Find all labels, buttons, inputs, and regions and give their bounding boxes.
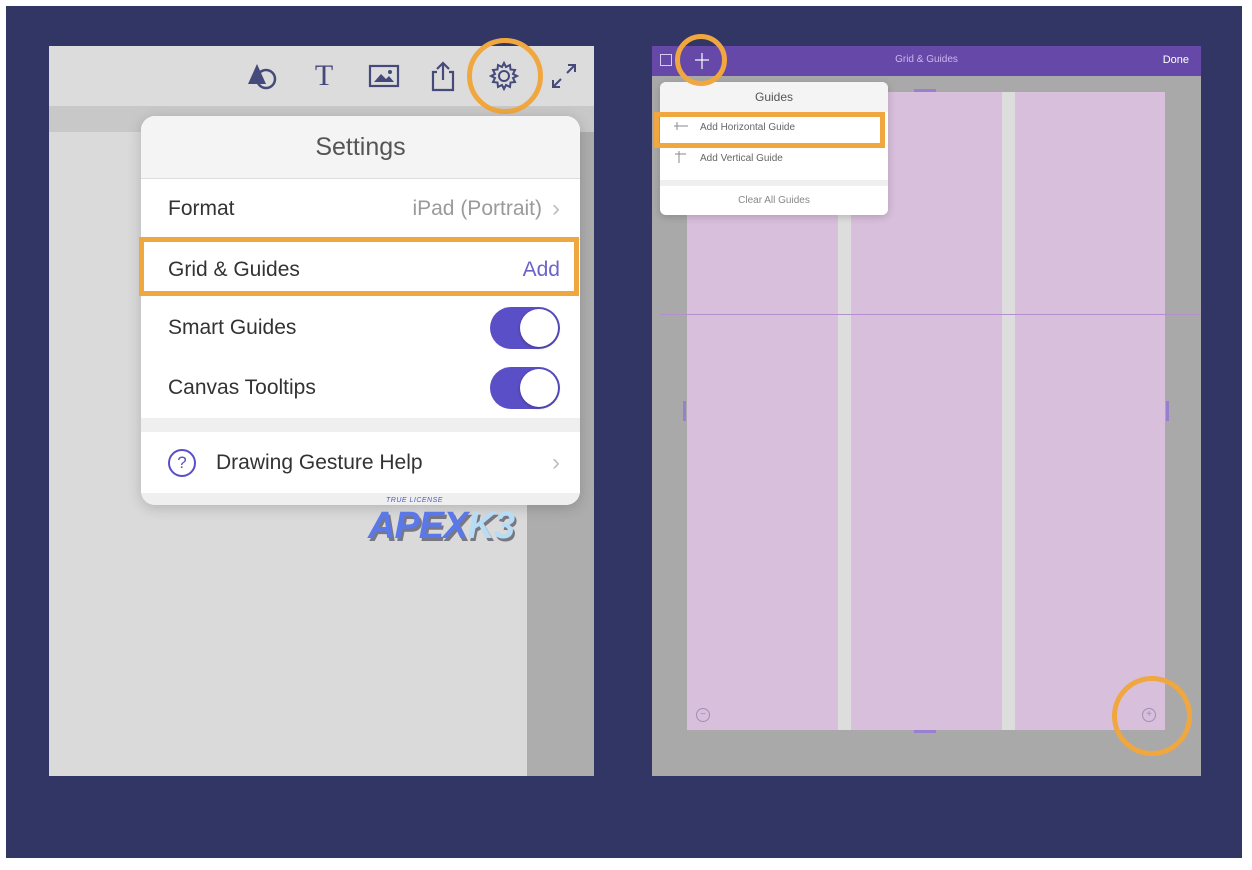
top-edge-handle[interactable] (914, 89, 936, 92)
guides-icon-highlight-circle (675, 34, 727, 86)
column-gutter (1002, 92, 1015, 730)
bottom-edge-handle[interactable] (914, 730, 936, 733)
format-label: Format (168, 197, 235, 220)
chevron-right-icon: › (552, 449, 560, 476)
guides-menu-title: Guides (660, 82, 888, 112)
share-icon[interactable] (426, 60, 460, 92)
fullscreen-expand-icon[interactable] (547, 60, 581, 92)
smart-guides-label: Smart Guides (168, 316, 297, 339)
text-icon[interactable]: T (307, 60, 341, 92)
drawing-gesture-help-label: Drawing Gesture Help (216, 451, 423, 474)
format-value: iPad (Portrait) (412, 197, 542, 220)
zoom-out-button[interactable]: − (696, 708, 710, 722)
settings-popover: Settings Format iPad (Portrait) › Grid &… (141, 116, 580, 505)
zoom-in-highlight-circle (1112, 676, 1192, 756)
toggle-knob (520, 369, 558, 407)
guides-menu: Guides Add Horizontal Guide Add Vertical… (660, 82, 888, 215)
grid-guides-screen: − + Grid & Guides Done Guides Add Horizo… (652, 46, 1201, 776)
grid-guides-highlight-box (139, 237, 579, 296)
left-edge-handle[interactable] (683, 401, 686, 421)
vertical-guide-icon (672, 150, 694, 167)
watermark-k3: K3 (467, 505, 515, 547)
add-vertical-guide-label: Add Vertical Guide (700, 152, 783, 164)
settings-title: Settings (141, 116, 580, 179)
horizontal-guide-line[interactable] (660, 314, 1201, 315)
clear-all-guides-button[interactable]: Clear All Guides (660, 180, 888, 215)
toggle-knob (520, 309, 558, 347)
drawing-gesture-help-row[interactable]: ? Drawing Gesture Help › (141, 433, 580, 493)
help-question-icon: ? (168, 449, 196, 477)
chevron-right-icon: › (552, 195, 560, 222)
image-icon[interactable] (367, 60, 401, 92)
canvas-tooltips-label: Canvas Tooltips (168, 376, 316, 399)
watermark-apex: APEX (368, 505, 468, 547)
watermark-text: APEXK3 (368, 505, 515, 548)
right-edge-handle[interactable] (1166, 401, 1169, 421)
watermark-small-text: TRUE LICENSE (386, 497, 443, 504)
text-tool-glyph: T (314, 59, 334, 92)
grid-guides-title: Grid & Guides (895, 54, 958, 65)
smart-guides-toggle[interactable] (490, 307, 560, 349)
top-bar: Grid & Guides Done (652, 46, 1201, 76)
shapes-icon[interactable] (245, 60, 279, 92)
add-horizontal-guide-highlight-box (654, 112, 885, 148)
done-button[interactable]: Done (1163, 54, 1189, 66)
canvas-tooltips-toggle[interactable] (490, 367, 560, 409)
format-row[interactable]: Format iPad (Portrait) › (141, 179, 580, 239)
canvas-tooltips-row: Canvas Tooltips (141, 358, 580, 418)
section-gap (141, 418, 580, 432)
smart-guides-row: Smart Guides (141, 298, 580, 358)
watermark-logo: TRUE LICENSE APEXK3 (368, 497, 538, 557)
gear-highlight-circle (467, 38, 543, 114)
